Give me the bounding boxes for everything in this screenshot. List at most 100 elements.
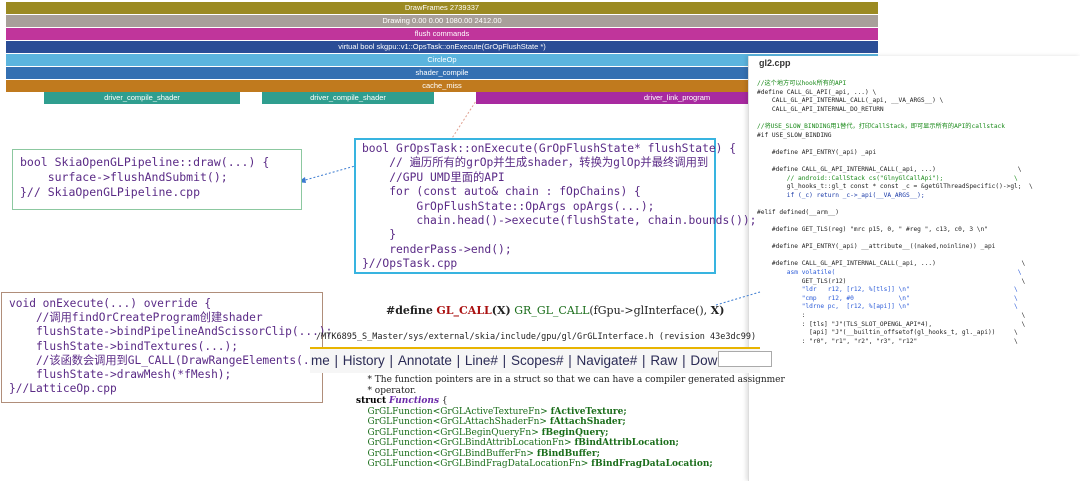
opstask-line-8: renderPass->end();: [362, 242, 512, 256]
member-type[interactable]: GrGLFunction<GrGLActiveTextureFn>: [367, 407, 547, 417]
gl2-code-line: [757, 140, 1033, 149]
lattice-line-5: //该函数会调用到GL_CALL(DrawRangeElements(...): [9, 353, 330, 367]
source-comment-2: * operator.: [356, 385, 417, 396]
skia-line-3: }// SkiaOpenGLPipeline.cpp: [20, 185, 201, 199]
nav-raw[interactable]: Raw: [649, 353, 678, 368]
gl2-code-line: #elif defined(__arm__): [757, 208, 839, 216]
lattice-line-6: flushState->drawMesh(*fMesh);: [9, 368, 232, 382]
gl2-source-panel: gl2.cpp //这个地方可以hook所有的API #define CALL_G…: [748, 56, 1080, 481]
trace-slice-driver-compile-shader[interactable]: driver_compile_shader: [262, 92, 434, 104]
skia-line-2: surface->flushAndSubmit();: [20, 170, 228, 184]
gl2-code-line: #define API_ENTRY(_api) _api: [757, 148, 877, 156]
opstask-code: bool GrOpsTask::onExecute(GrOpFlushState…: [362, 142, 756, 272]
struct-keyword: struct: [356, 396, 387, 406]
gl2-code-line: #define CALL_GL_API_INTERNAL_CALL(_api, …: [757, 165, 1022, 173]
lattice-line-4: flushState->bindTextures(...);: [9, 339, 239, 353]
member-type[interactable]: GrGLFunction<GrGLBindFragDataLocationFn>: [367, 459, 588, 469]
opstask-line-1: bool GrOpsTask::onExecute(GrOpFlushState…: [362, 142, 737, 155]
source-browser-navbar: me | History | Annotate | Line# | Scopes…: [310, 347, 760, 373]
gl2-code-line: CALL_GL_API_INTERNAL_CALL(_api, __VA_ARG…: [757, 97, 944, 105]
member-type[interactable]: GrGLFunction<GrGLBeginQueryFn>: [367, 428, 538, 438]
gl2-code-line: "ldrne pc, [r12, %[api]] \n" \: [757, 303, 1018, 311]
struct-member-line: GrGLFunction<GrGLBeginQueryFn> fBeginQue…: [356, 428, 609, 438]
define-directive: #define: [386, 304, 433, 317]
opstask-box: bool GrOpsTask::onExecute(GrOpFlushState…: [354, 138, 756, 274]
lattice-line-7: }//LatticeOp.cpp: [9, 382, 117, 396]
gl2-code-line: #define GET_TLS(reg) "mrc p15, 0, " #reg…: [757, 226, 988, 234]
gl2-code-line: GET_TLS(r12) \: [757, 277, 1026, 285]
member-type[interactable]: GrGLFunction<GrGLBindAttribLocationFn>: [367, 438, 571, 448]
gl2-code-line: : [tls] "J"(TLS_SLOT_OPENGL_API*4), \: [757, 320, 1026, 328]
svn-file-path: /MTK6895_S_Master/sys/external/skia/incl…: [316, 332, 757, 342]
gl2-code-line: "ldr r12, [r12, %[tls]] \n" \: [757, 286, 1018, 294]
gl2-code-line: #define CALL_GL_API_INTERNAL_CALL(_api, …: [757, 260, 1026, 268]
search-input[interactable]: [718, 351, 772, 367]
member-name[interactable]: fBindBuffer;: [537, 449, 600, 459]
nav-navigate[interactable]: Navigate#: [576, 353, 639, 368]
nav-home[interactable]: me: [310, 353, 331, 368]
gl2-code-line: : \: [757, 312, 1026, 320]
member-name[interactable]: fAttachShader;: [550, 417, 626, 427]
member-name[interactable]: fBeginQuery;: [542, 428, 609, 438]
connector-skia: [297, 165, 356, 183]
define-param2: X): [710, 304, 725, 317]
trace-slice-drawing[interactable]: Drawing 0.00 0.00 1080.00 2412.00: [6, 15, 878, 27]
struct-member-line: GrGLFunction<GrGLAttachShaderFn> fAttach…: [356, 417, 626, 427]
gl2-code-line: [757, 157, 1033, 166]
lattice-line-1: void onExecute(...) override {: [9, 297, 212, 310]
gl2-code-line: gl_hooks_t::gl_t const * const _c = &get…: [757, 183, 1033, 191]
gl2-code-line: "cmp r12, #0 \n" \: [757, 294, 1018, 302]
lattice-line-3: flushState->bindPipelineAndScissorClip(.…: [9, 325, 333, 339]
member-type[interactable]: GrGLFunction<GrGLBindBufferFn>: [367, 449, 534, 459]
trace-slice-drawframes[interactable]: DrawFrames 2739337: [6, 2, 878, 14]
gl2-code-line: [757, 235, 1033, 244]
nav-history[interactable]: History: [342, 353, 386, 368]
nav-annotate[interactable]: Annotate: [397, 353, 453, 368]
opstask-line-5: GrOpFlushState::OpArgs opArgs(...);: [362, 199, 655, 213]
gl2-code-line: CALL_GL_API_INTERNAL_DO_RETURN: [757, 105, 884, 113]
define-call: GR_GL_CALL: [514, 304, 590, 317]
define-macro: GL_CALL: [436, 304, 492, 317]
member-type[interactable]: GrGLFunction<GrGLAttachShaderFn>: [367, 417, 547, 427]
gl2-code-line: #define CALL_GL_API(_api, ...) \: [757, 88, 877, 96]
gl2-code-line: [757, 200, 1033, 209]
lattice-code: void onExecute(...) override { //调用findO…: [9, 297, 332, 396]
opstask-line-9: }//OpsTask.cpp: [362, 257, 458, 271]
trace-slice-onexecute[interactable]: virtual bool skgpu::v1::OpsTask::onExecu…: [6, 41, 878, 53]
struct-member-line: GrGLFunction<GrGLBindFragDataLocationFn>…: [356, 459, 713, 469]
member-name[interactable]: fBindAttribLocation;: [574, 438, 678, 448]
source-comment-1: * The function pointers are in a struct …: [356, 375, 785, 385]
struct-member-line: GrGLFunction<GrGLBindAttribLocationFn> f…: [356, 438, 678, 448]
opstask-line-3: //GPU UMD里面的API: [362, 170, 505, 184]
member-name[interactable]: fActiveTexture;: [551, 407, 627, 417]
nav-line-numbers[interactable]: Line#: [464, 353, 499, 368]
gl2-code-line: #if USE_SLOW_BINDING: [757, 131, 832, 139]
opstask-line-6: chain.head()->execute(flushState, chain.…: [362, 214, 757, 228]
source-listing: * The function pointers are in a struct …: [356, 375, 785, 470]
gl2-code-line: //这个地方可以hook所有的API: [757, 80, 847, 87]
gl2-code-line: if (_c) return _c->_api(__VA_ARGS__);: [757, 191, 925, 199]
define-param1: (X): [491, 304, 511, 317]
trace-slice-flush-commands[interactable]: flush commands: [6, 28, 878, 40]
skia-pipeline-box: bool SkiaOpenGLPipeline::draw(...) { sur…: [12, 149, 302, 210]
member-name[interactable]: fBindFragDataLocation;: [591, 459, 713, 469]
gl2-code-line: asm volatile( \: [757, 269, 1022, 277]
gl-call-define: #define GL_CALL(X) GR_GL_CALL(fGpu->glIn…: [386, 304, 724, 317]
gl2-code-line: [757, 114, 1033, 123]
gl2-filename: gl2.cpp: [759, 58, 791, 68]
skia-line-1: bool SkiaOpenGLPipeline::draw(...) {: [20, 155, 270, 169]
gl2-code-line: //将USE_SLOW_BINDING用1替代，打印CallStack，即可显示…: [757, 122, 1006, 130]
opstask-line-4: for (const auto& chain : fOpChains) {: [362, 185, 641, 199]
gl2-code-line: [api] "J"(__builtin_offsetof(gl_hooks_t,…: [757, 329, 1018, 337]
trace-slice-driver-compile-shader[interactable]: driver_compile_shader: [44, 92, 240, 104]
gl2-code: //这个地方可以hook所有的API #define CALL_GL_API(_a…: [757, 80, 1033, 346]
gl2-code-line: [757, 252, 1033, 261]
gl2-code-line: // android::CallStack cs("GlnyGlCallApi"…: [757, 174, 1018, 182]
struct-member-line: GrGLFunction<GrGLBindBufferFn> fBindBuff…: [356, 449, 600, 459]
lattice-line-2: //调用findOrCreateProgram创建shader: [9, 311, 263, 325]
gl2-code-line: : "r0", "r1", "r2", "r3", "r12" \: [757, 337, 1018, 345]
gl2-code-line: #define API_ENTRY(_api) __attribute__((n…: [757, 243, 996, 251]
opstask-line-2: // 遍历所有的grOp并生成shader，转换为glOp并最终调用到: [362, 156, 709, 170]
nav-scopes[interactable]: Scopes#: [510, 353, 565, 368]
struct-brace: {: [441, 396, 448, 406]
